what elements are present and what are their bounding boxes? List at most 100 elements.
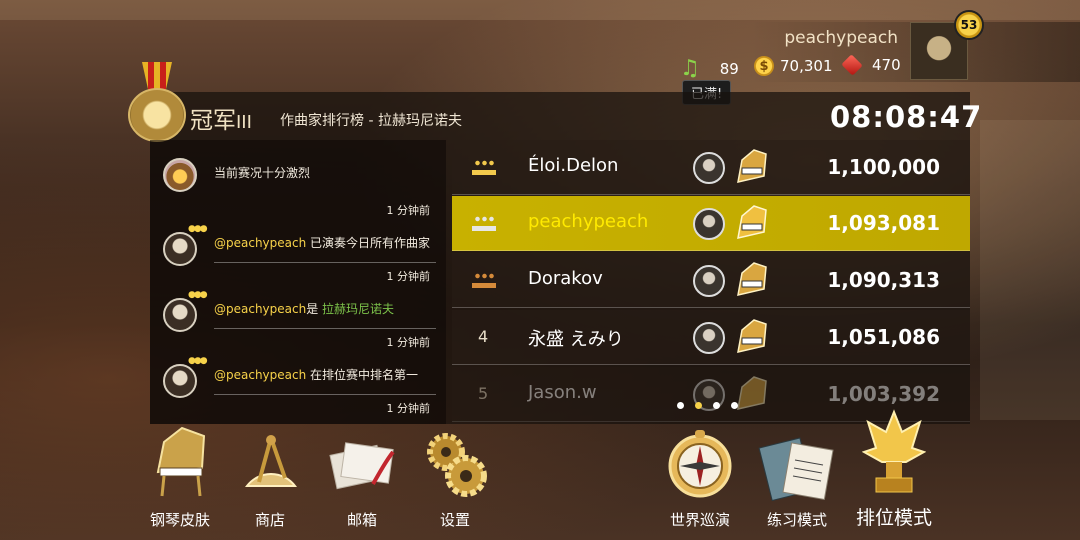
divider <box>214 328 436 329</box>
activity-feed[interactable]: 当前赛况十分激烈 1 分钟前 ●●● @peachypeach 已演奏今日所有作… <box>150 140 446 424</box>
gems-counter[interactable]: 470 <box>841 54 901 76</box>
score: 1,051,086 <box>827 325 940 349</box>
leaderboard-row[interactable]: Dorakov 1,090,313 <box>452 253 970 308</box>
shop-button[interactable]: 商店 <box>230 430 310 530</box>
feed-message: 是 <box>306 302 323 316</box>
divider <box>214 394 436 395</box>
ranked-button[interactable]: 排位模式 <box>844 408 944 530</box>
player-name: Jason.w <box>528 382 597 403</box>
champion-medal-icon <box>128 62 186 142</box>
feed-user: @peachypeach <box>214 368 307 382</box>
rank-number: 5 <box>478 384 489 403</box>
leaderboard[interactable]: Éloi.Delon 1,100,000 peachypeach 1,093,0… <box>452 140 970 424</box>
practice-button[interactable]: 练习模式 <box>752 428 842 530</box>
feed-message: 在排位赛中排名第一 <box>306 368 419 382</box>
player-name: 永盛 えみり <box>528 329 624 350</box>
page-dot[interactable] <box>731 402 738 409</box>
crown-icon: ●●● <box>188 224 208 234</box>
gold-crown-icon <box>472 159 496 175</box>
score: 1,003,392 <box>827 382 940 406</box>
feed-time: 1 分钟前 <box>386 336 431 349</box>
background-top <box>0 0 1080 20</box>
settings-label: 设置 <box>439 511 470 529</box>
page-dot-active[interactable] <box>695 402 702 409</box>
ruby-icon <box>841 54 863 76</box>
piano-icon <box>737 205 767 239</box>
mailbox-button[interactable]: 邮箱 <box>322 430 402 530</box>
feed-time: 1 分钟前 <box>386 270 431 283</box>
rank-roman: III <box>236 112 252 133</box>
feed-user: @peachypeach <box>214 236 307 250</box>
leaderboard-row[interactable]: 4 永盛 えみり 1,051,086 <box>452 310 970 365</box>
notes-value: 89 <box>719 59 739 78</box>
piano-skin-button[interactable]: 钢琴皮肤 <box>140 420 220 530</box>
shop-label: 商店 <box>254 511 285 529</box>
feed-time: 1 分钟前 <box>386 402 431 415</box>
feed-item: ●●● @peachypeach 在排位赛中排名第一 1 分钟前 <box>150 352 446 418</box>
piano-icon <box>737 149 767 183</box>
feed-item: 当前赛况十分激烈 1 分钟前 <box>150 146 446 217</box>
sextant-icon <box>244 435 298 487</box>
leaderboard-row-self[interactable]: peachypeach 1,093,081 <box>452 196 970 251</box>
score: 1,100,000 <box>827 155 940 179</box>
grand-piano-icon <box>156 426 206 497</box>
trophy-icon <box>163 158 197 192</box>
feed-item: ●●● @peachypeach 已演奏今日所有作曲家 1 分钟前 <box>150 220 446 286</box>
player-name: Éloi.Delon <box>528 155 619 176</box>
composer-avatar <box>693 208 725 240</box>
bronze-crown-icon <box>472 272 496 288</box>
board-name: 作曲家排行榜 - 拉赫玛尼诺夫 <box>280 113 462 129</box>
music-book-icon <box>758 437 834 502</box>
player-name: Dorakov <box>528 268 603 289</box>
rank-title-text: 冠军 <box>190 108 236 134</box>
composer-avatar <box>693 152 725 184</box>
world-tour-button[interactable]: 世界巡演 <box>660 428 740 530</box>
golden-trophy-icon <box>862 409 926 493</box>
feed-text: @peachypeach是 拉赫玛尼诺夫 <box>214 300 394 317</box>
feed-text: 当前赛况十分激烈 <box>214 166 311 180</box>
rank-number: 4 <box>478 327 489 346</box>
settings-button[interactable]: 设置 <box>415 430 495 530</box>
ranked-label: 排位模式 <box>855 507 932 529</box>
feed-time: 1 分钟前 <box>386 204 431 217</box>
countdown-timer: 08:08:47 <box>830 100 983 134</box>
composer-avatar <box>693 265 725 297</box>
feed-text: @peachypeach 已演奏今日所有作曲家 <box>214 234 430 251</box>
feed-text: @peachypeach 在排位赛中排名第一 <box>214 366 418 383</box>
player-name: peachypeach <box>528 211 649 232</box>
page-dot[interactable] <box>713 402 720 409</box>
username: peachypeach <box>784 28 898 48</box>
piano-skin-label: 钢琴皮肤 <box>149 511 210 529</box>
feed-user: @peachypeach <box>214 302 307 316</box>
practice-label: 练习模式 <box>766 511 827 529</box>
rank-title: 冠军III <box>190 101 252 135</box>
background-right <box>980 120 1080 420</box>
feed-message: 已演奏今日所有作曲家 <box>306 236 431 250</box>
level-badge: 53 <box>954 10 984 40</box>
page-indicator[interactable] <box>677 402 738 409</box>
mailbox-label: 邮箱 <box>346 511 377 529</box>
page-dot[interactable] <box>677 402 684 409</box>
composer-avatar <box>163 364 197 398</box>
piano-icon <box>737 319 767 353</box>
composer-avatar <box>163 232 197 266</box>
piano-icon <box>737 262 767 296</box>
coins-value: 70,301 <box>780 57 833 75</box>
feed-highlight: 拉赫玛尼诺夫 <box>322 302 395 316</box>
leaderboard-row[interactable]: Éloi.Delon 1,100,000 <box>452 140 970 195</box>
compass-icon <box>668 430 732 498</box>
composer-avatar <box>693 322 725 354</box>
music-note-icon: ♫ <box>680 56 700 81</box>
coin-icon: $ <box>754 56 774 76</box>
gears-icon <box>427 433 487 497</box>
divider <box>214 262 436 263</box>
silver-crown-icon <box>472 215 496 231</box>
notes-counter[interactable]: ♫ 89 <box>680 56 739 81</box>
crown-icon: ●●● <box>188 356 208 366</box>
coins-counter[interactable]: $ 70,301 <box>754 56 833 76</box>
composer-avatar <box>163 298 197 332</box>
gems-value: 470 <box>872 56 901 74</box>
crown-icon: ●●● <box>188 290 208 300</box>
envelope-icon <box>329 442 395 490</box>
score: 1,093,081 <box>827 211 940 235</box>
